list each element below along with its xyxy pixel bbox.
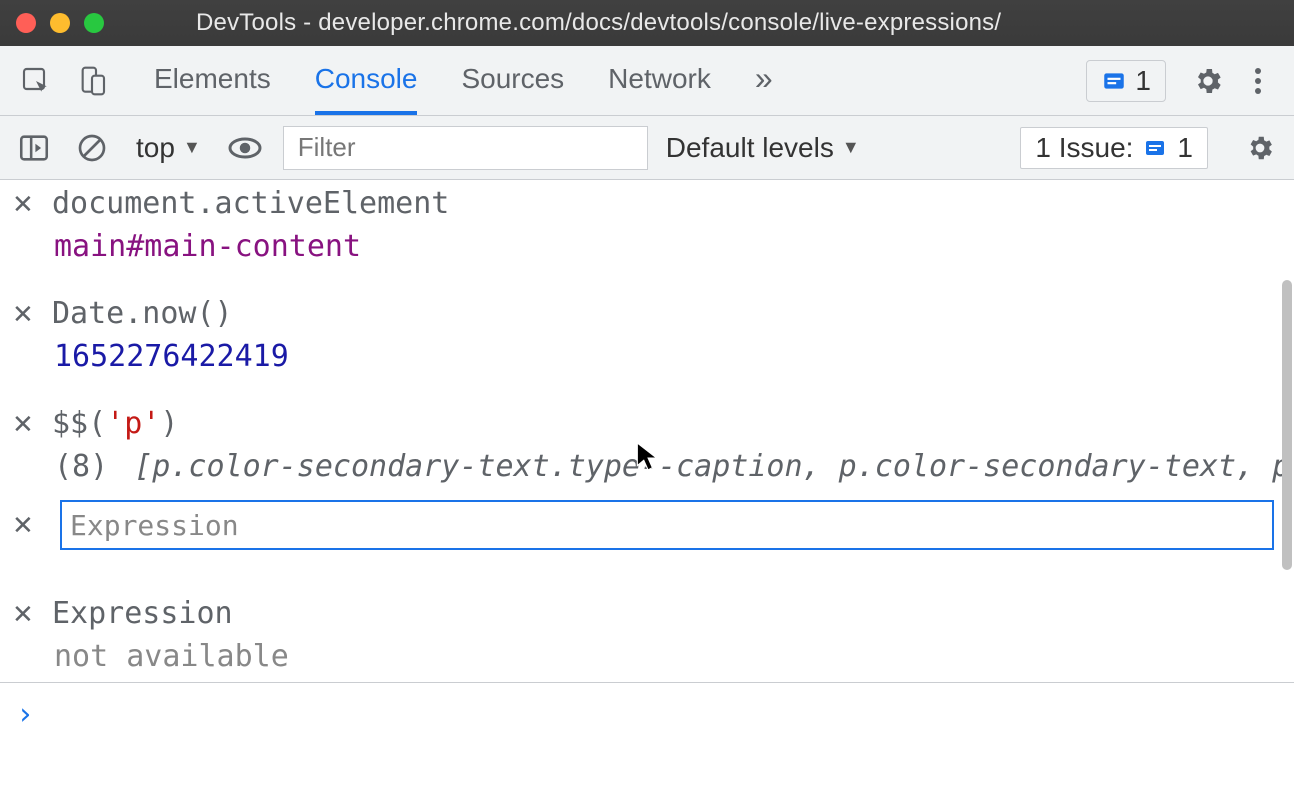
execution-context-selector[interactable]: top ▼ (130, 132, 207, 164)
tab-console[interactable]: Console (315, 46, 418, 115)
remove-expression-button[interactable]: ✕ (12, 512, 34, 538)
live-expression-code[interactable]: Expression (52, 596, 233, 631)
panel-tabs: Elements Console Sources Network » (154, 46, 773, 115)
live-expression-row: ✕ document.activeElement main#main-conte… (0, 180, 1294, 276)
issue-count: 1 (1135, 65, 1151, 97)
live-expression-code[interactable]: $$('p') (52, 406, 178, 441)
remove-expression-button[interactable]: ✕ (12, 601, 34, 627)
live-expression-row: ✕ $$('p') (8) [p.color-secondary-text.ty… (0, 400, 1294, 496)
live-expression-button[interactable] (225, 128, 265, 168)
clear-console-icon[interactable] (72, 128, 112, 168)
remove-expression-button[interactable]: ✕ (12, 301, 34, 327)
live-expression-row: ✕ Expression not available (0, 590, 1294, 682)
dropdown-triangle-icon: ▼ (183, 137, 201, 158)
remove-expression-button[interactable]: ✕ (12, 191, 34, 217)
window-title: DevTools - developer.chrome.com/docs/dev… (196, 9, 1001, 37)
live-expression-result: not available (54, 639, 1282, 674)
live-expression-result[interactable]: (8) [p.color-secondary-text.type--captio… (54, 449, 1282, 484)
live-expression-code[interactable]: document.activeElement (52, 186, 449, 221)
more-tabs-button[interactable]: » (755, 46, 773, 115)
live-expression-row: ✕ Date.now() 1652276422419 (0, 290, 1294, 386)
remove-expression-button[interactable]: ✕ (12, 411, 34, 437)
main-toolbar: Elements Console Sources Network » 1 (0, 46, 1294, 116)
live-expression-input[interactable] (60, 500, 1274, 550)
log-levels-label: Default levels (666, 132, 834, 164)
log-levels-selector[interactable]: Default levels ▼ (666, 132, 860, 164)
issue-icon (1143, 136, 1167, 160)
device-toolbar-icon[interactable] (70, 59, 114, 103)
live-expression-result[interactable]: main#main-content (54, 229, 1282, 264)
result-number: 1652276422419 (54, 339, 289, 374)
live-expression-row: ✕ (0, 496, 1294, 554)
live-expressions-area: ✕ document.activeElement main#main-conte… (0, 180, 1294, 682)
filter-input[interactable] (283, 126, 648, 170)
window-titlebar: DevTools - developer.chrome.com/docs/dev… (0, 0, 1294, 46)
tab-network[interactable]: Network (608, 46, 711, 115)
dropdown-triangle-icon: ▼ (842, 137, 860, 158)
settings-icon[interactable] (1186, 59, 1230, 103)
live-expression-code[interactable]: Date.now() (52, 296, 233, 331)
console-settings-icon[interactable] (1240, 128, 1280, 168)
maximize-window-button[interactable] (84, 13, 104, 33)
issues-indicator[interactable]: 1 (1086, 60, 1166, 102)
close-window-button[interactable] (16, 13, 36, 33)
result-element-selector: #main-content (126, 229, 361, 264)
result-element-tag: main (54, 229, 126, 264)
tab-elements[interactable]: Elements (154, 46, 271, 115)
console-sidebar-toggle-icon[interactable] (14, 128, 54, 168)
console-toolbar: top ▼ Default levels ▼ 1 Issue: 1 (0, 116, 1294, 180)
issues-counter-label: 1 Issue: (1035, 132, 1133, 164)
console-prompt-area[interactable]: › (0, 682, 1294, 790)
console-prompt-chevron-icon: › (16, 697, 34, 732)
scrollbar-thumb[interactable] (1282, 280, 1292, 570)
more-options-icon[interactable] (1236, 59, 1280, 103)
issues-counter-count: 1 (1177, 132, 1193, 164)
inspect-element-icon[interactable] (14, 59, 58, 103)
issue-icon (1101, 68, 1127, 94)
minimize-window-button[interactable] (50, 13, 70, 33)
live-expression-result[interactable]: 1652276422419 (54, 339, 1282, 374)
issues-counter[interactable]: 1 Issue: 1 (1020, 127, 1208, 169)
tab-sources[interactable]: Sources (461, 46, 564, 115)
execution-context-label: top (136, 132, 175, 164)
window-controls (16, 13, 104, 33)
